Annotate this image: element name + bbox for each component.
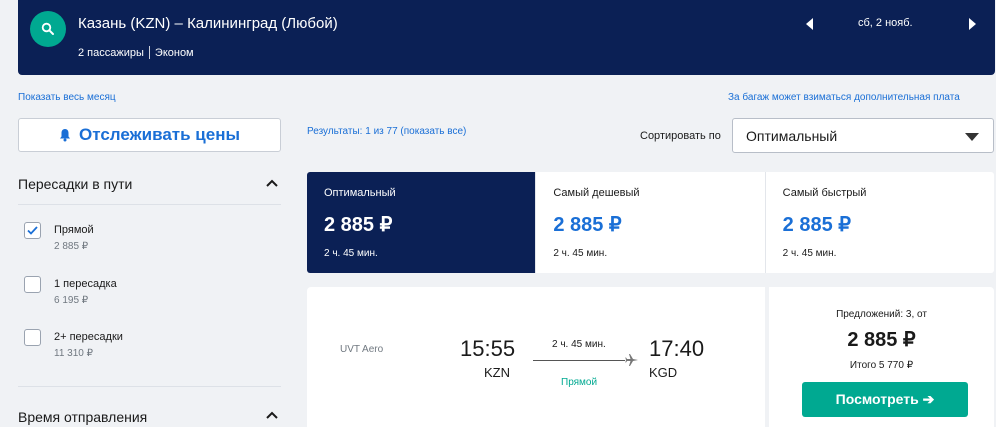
option-label: 2+ пересадки (54, 331, 123, 343)
track-prices-label: Отслеживать цены (79, 125, 240, 144)
chevron-up-icon[interactable] (266, 179, 278, 187)
flight-duration: 2 ч. 45 мин. (552, 339, 606, 350)
tab-name: Самый быстрый (782, 187, 867, 199)
baggage-note-link[interactable]: За багаж может взиматься дополнительная … (728, 92, 996, 103)
offer-total: Итого 5 770 ₽ (849, 360, 914, 371)
checkmark-icon (27, 226, 38, 235)
option-label: 1 пересадка (54, 278, 117, 290)
trip-meta: 2 пассажиры Эконом (78, 46, 194, 59)
bell-icon (59, 128, 71, 142)
stops-label: Прямой (561, 377, 598, 388)
checkbox-one-stop[interactable] (24, 276, 41, 293)
option-label: Прямой (54, 224, 94, 236)
tab-price: 2 885 ₽ (782, 214, 851, 236)
search-icon[interactable] (30, 11, 66, 47)
divider (18, 204, 281, 205)
checkbox-two-plus-stops[interactable] (24, 329, 41, 346)
sort-selected-value: Оптимальный (746, 127, 838, 144)
stops-filter-title[interactable]: Пересадки в пути (18, 176, 132, 192)
option-price: 11 310 ₽ (54, 348, 93, 359)
view-offer-button[interactable]: Посмотреть ➔ (802, 382, 968, 417)
cabin-class: Эконом (154, 46, 194, 59)
sort-select[interactable]: Оптимальный (732, 118, 994, 153)
tab-name: Самый дешевый (553, 187, 640, 199)
route-title: Казань (KZN) – Калининград (Любой) (78, 15, 338, 32)
tab-name: Оптимальный (324, 187, 396, 199)
departure-time: 15:55 (460, 336, 516, 361)
divider (148, 46, 150, 59)
sort-tabs: Оптимальный 2 885 ₽ 2 ч. 45 мин. Самый д… (307, 172, 994, 273)
show-month-link[interactable]: Показать весь месяц (18, 92, 116, 103)
offer-panel: Предложений: 3, от 2 885 ₽ Итого 5 770 ₽… (769, 287, 994, 427)
tab-cheapest[interactable]: Самый дешевый 2 885 ₽ 2 ч. 45 мин. (536, 172, 766, 273)
offers-count: Предложений: 3, от (836, 309, 927, 320)
prev-date-icon[interactable] (804, 17, 816, 31)
tab-optimal[interactable]: Оптимальный 2 885 ₽ 2 ч. 45 мин. (307, 172, 537, 273)
tab-duration: 2 ч. 45 мин. (553, 248, 608, 259)
search-summary-bar[interactable]: Казань (KZN) – Калининград (Любой) 2 пас… (18, 0, 995, 75)
plane-icon (625, 354, 638, 366)
offer-price: 2 885 ₽ (847, 329, 916, 351)
flight-result-card[interactable]: UVT Aero 15:55 KZN 2 ч. 45 мин. Прямой 1… (307, 287, 767, 427)
airline-name: UVT Aero (340, 344, 384, 355)
option-price: 2 885 ₽ (54, 241, 89, 252)
filter-option-direct[interactable]: Прямой 2 885 ₽ (24, 222, 94, 252)
checkbox-direct[interactable] (24, 222, 41, 239)
arrival-time: 17:40 (649, 336, 705, 361)
filter-option-two-plus-stops[interactable]: 2+ пересадки 11 310 ₽ (24, 329, 123, 359)
chevron-up-icon[interactable] (266, 411, 278, 419)
tab-price: 2 885 ₽ (553, 214, 622, 236)
caret-down-icon (965, 133, 979, 141)
departure-filter-title[interactable]: Время отправления (18, 409, 147, 425)
sort-label: Сортировать по (640, 130, 721, 142)
route-line (533, 360, 625, 361)
passengers-count: 2 пассажиры (78, 46, 144, 59)
results-count-link[interactable]: Результаты: 1 из 77 (показать все) (307, 126, 466, 137)
selected-date[interactable]: сб, 2 нояб. (858, 17, 913, 29)
option-price: 6 195 ₽ (54, 295, 89, 306)
track-prices-button[interactable]: Отслеживать цены (18, 118, 281, 152)
tab-price: 2 885 ₽ (324, 214, 393, 236)
tab-fastest[interactable]: Самый быстрый 2 885 ₽ 2 ч. 45 мин. (766, 172, 994, 273)
departure-airport: KZN (484, 365, 510, 380)
filter-option-one-stop[interactable]: 1 пересадка 6 195 ₽ (24, 276, 117, 306)
tab-duration: 2 ч. 45 мин. (324, 248, 378, 259)
arrival-airport: KGD (649, 365, 678, 380)
divider (18, 386, 281, 387)
tab-duration: 2 ч. 45 мин. (782, 248, 837, 259)
next-date-icon[interactable] (966, 17, 978, 31)
